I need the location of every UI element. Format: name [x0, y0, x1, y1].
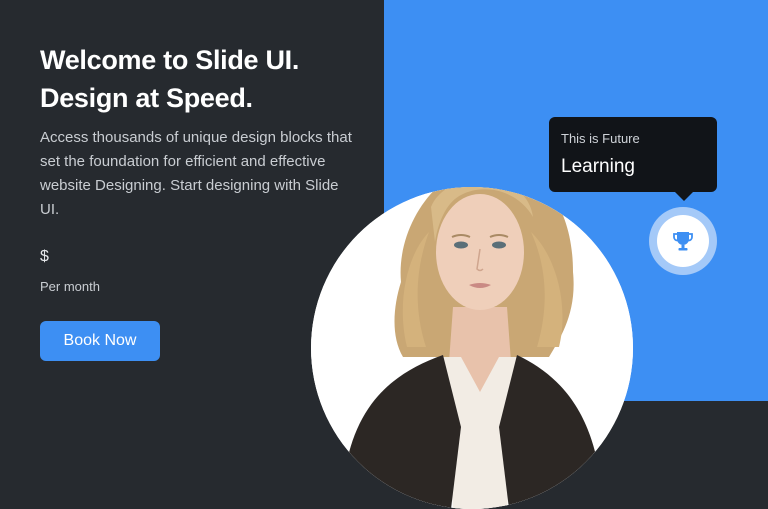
book-now-button[interactable]: Book Now	[40, 321, 160, 361]
price-value: $	[40, 248, 49, 265]
headline-line-1: Welcome to Slide UI.	[40, 45, 300, 75]
tooltip-subtitle: This is Future	[561, 131, 640, 146]
price-period: Per month	[40, 279, 100, 294]
learning-tooltip: This is Future Learning	[549, 117, 717, 201]
trophy-badge-inner	[657, 215, 709, 267]
trophy-icon	[673, 232, 693, 251]
person-photo	[311, 187, 633, 509]
hero-description: Access thousands of unique design blocks…	[40, 129, 352, 218]
tooltip-title: Learning	[561, 156, 635, 177]
hero-headline: Welcome to Slide UI. Design at Speed.	[40, 41, 299, 117]
headline-line-2: Design at Speed.	[40, 83, 253, 113]
trophy-badge	[649, 207, 717, 275]
person-illustration	[311, 187, 633, 509]
